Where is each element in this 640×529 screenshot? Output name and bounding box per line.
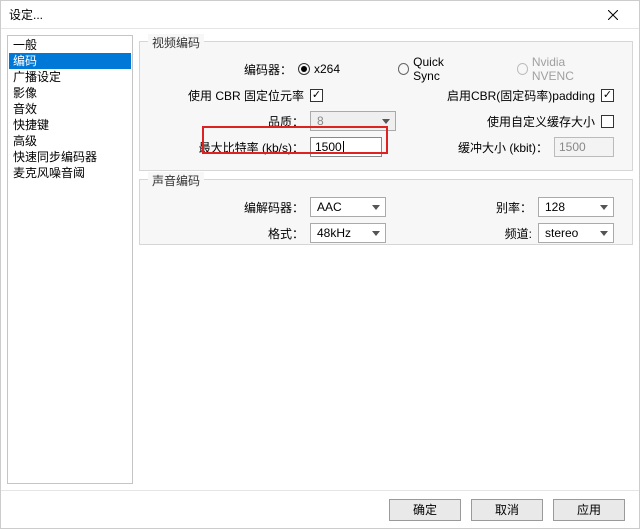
encoder-radio-quicksync[interactable]: Quick Sync (398, 55, 469, 83)
encoder-nvenc-label: Nvidia NVENC (532, 55, 604, 83)
audio-encoding-group: 声音编码 编解码器： AAC 别率： 128 格式： 48kHz (139, 179, 633, 245)
apply-button[interactable]: 应用 (553, 499, 625, 521)
sidebar-item-video[interactable]: 影像 (9, 85, 131, 101)
bitrate-value: 128 (545, 200, 565, 214)
video-group-label: 视频编码 (148, 34, 204, 51)
use-custom-buffer-checkbox[interactable] (601, 115, 614, 128)
use-cbr-checkbox[interactable] (310, 89, 323, 102)
sidebar-item-advanced[interactable]: 高级 (9, 133, 131, 149)
sidebar-item-encoding[interactable]: 编码 (9, 53, 131, 69)
enable-cbr-padding-label: 启用CBR(固定码率)padding (447, 87, 601, 104)
close-button[interactable] (593, 2, 633, 28)
format-value: 48kHz (317, 226, 351, 240)
format-select[interactable]: 48kHz (310, 223, 386, 243)
cancel-button[interactable]: 取消 (471, 499, 543, 521)
text-caret (343, 141, 344, 154)
sidebar-item-quicksync-encoder[interactable]: 快速同步编码器 (9, 149, 131, 165)
channel-select[interactable]: stereo (538, 223, 614, 243)
bitrate-select[interactable]: 128 (538, 197, 614, 217)
encoder-x264-label: x264 (314, 62, 340, 76)
max-bitrate-value: 1500 (315, 140, 342, 154)
ok-button[interactable]: 确定 (389, 499, 461, 521)
quality-value: 8 (317, 114, 324, 128)
codec-value: AAC (317, 200, 342, 214)
window-title: 设定... (9, 6, 43, 23)
enable-cbr-padding-checkbox[interactable] (601, 89, 614, 102)
encoder-radio-nvenc: Nvidia NVENC (517, 55, 604, 83)
titlebar: 设定... (1, 1, 639, 29)
encoder-label: 编码器： (150, 61, 298, 78)
sidebar-item-mic-noise-gate[interactable]: 麦克风噪音阈 (9, 165, 131, 181)
encoder-quicksync-label: Quick Sync (413, 55, 469, 83)
channel-value: stereo (545, 226, 578, 240)
radio-disabled-icon (517, 63, 528, 75)
radio-checked-icon (298, 63, 310, 75)
buffer-size-label: 缓冲大小 (kbit)： (458, 139, 554, 156)
max-bitrate-label: 最大比特率 (kb/s)： (150, 139, 310, 156)
close-icon (608, 10, 618, 20)
codec-label: 编解码器： (150, 199, 310, 216)
codec-select[interactable]: AAC (310, 197, 386, 217)
sidebar-item-audio[interactable]: 音效 (9, 101, 131, 117)
settings-sidebar: 一般 编码 广播设定 影像 音效 快捷键 高级 快速同步编码器 麦克风噪音阈 (7, 35, 133, 484)
channel-label: 频道: (505, 225, 538, 242)
use-cbr-label: 使用 CBR 固定位元率 (150, 87, 310, 104)
content-area: 视频编码 编码器： x264 Quick Sync Nvidia NVENC (139, 35, 633, 484)
radio-unchecked-icon (398, 63, 409, 75)
max-bitrate-input[interactable]: 1500 (310, 137, 382, 157)
use-custom-buffer-label: 使用自定义缓存大小 (487, 113, 601, 130)
encoder-radio-x264[interactable]: x264 (298, 62, 340, 76)
sidebar-item-hotkeys[interactable]: 快捷键 (9, 117, 131, 133)
dialog-footer: 确定 取消 应用 (1, 490, 639, 528)
sidebar-item-general[interactable]: 一般 (9, 37, 131, 53)
format-label: 格式： (150, 225, 310, 242)
audio-group-label: 声音编码 (148, 172, 204, 189)
video-encoding-group: 视频编码 编码器： x264 Quick Sync Nvidia NVENC (139, 41, 633, 171)
sidebar-item-broadcast[interactable]: 广播设定 (9, 69, 131, 85)
bitrate-label: 别率： (496, 199, 538, 216)
buffer-size-input: 1500 (554, 137, 614, 157)
quality-label: 品质： (150, 113, 310, 130)
quality-select: 8 (310, 111, 396, 131)
buffer-size-value: 1500 (559, 140, 586, 154)
